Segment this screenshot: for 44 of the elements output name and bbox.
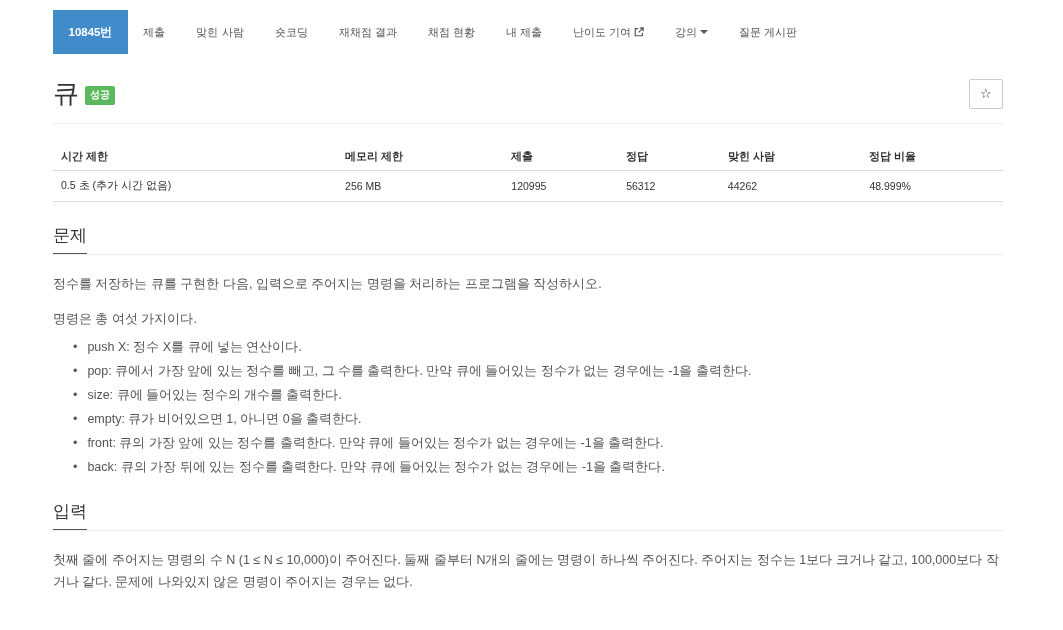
external-link-icon: [633, 27, 644, 37]
section-heading: 입력: [53, 500, 87, 530]
list-item: empty: 큐가 비어있으면 1, 아니면 0을 출력한다.: [87, 411, 362, 428]
nav-tab[interactable]: 숏코딩: [259, 10, 324, 54]
column-header: 시간 제한: [53, 144, 338, 171]
nav-tab[interactable]: 맞힌 사람: [181, 10, 260, 54]
list-item: size: 큐에 들어있는 정수의 개수를 출력한다.: [87, 387, 342, 404]
paragraph: 명령은 총 여섯 가지이다.: [53, 311, 198, 328]
bullet: •: [73, 387, 78, 404]
paragraph: 첫째 줄에 주어지는 명령의 수 N (1 ≤ N ≤ 10,000)이 주어진다. 둘째 줄부터 N개의 줄에는 명령이 하나씩 주어진다. 주어지는 정수는 1보다 크거나 같고, 100,000보다 작거나 같다. 문제에 나와있지 않은 명령이 주어지는 경우는 없다.: [53, 552, 1000, 591]
nav-tab[interactable]: 강의: [659, 10, 724, 54]
column-header: 정답: [618, 144, 720, 171]
bullet: •: [73, 459, 78, 476]
column-header: 정답 비율: [861, 144, 1003, 171]
nav-tab[interactable]: 재채점 결과: [323, 10, 413, 54]
column-header: 메모리 제한: [337, 144, 504, 171]
bullet: •: [73, 339, 78, 356]
table-cell: 44262: [719, 170, 862, 202]
column-header: 제출: [503, 144, 619, 171]
nav-tab[interactable]: 채점 현황: [412, 10, 491, 54]
table-cell: 48.999%: [861, 170, 1003, 202]
bullet: •: [73, 435, 78, 452]
nav-tab[interactable]: 10845번: [53, 10, 128, 54]
nav-tab[interactable]: 난이도 기여: [557, 10, 660, 54]
section-heading: 문제: [53, 224, 87, 254]
nav-tab[interactable]: 질문 게시판: [723, 10, 813, 54]
column-header: 맞힌 사람: [719, 144, 862, 171]
nav-tab[interactable]: 내 제출: [490, 10, 558, 54]
bullet: •: [73, 363, 78, 380]
nav-tab[interactable]: 제출: [128, 10, 181, 54]
list-item: pop: 큐에서 가장 앞에 있는 정수를 빼고, 그 수를 출력한다. 만약 큐에 들어있는 정수가 없는 경우에는 -1을 출력한다.: [87, 363, 752, 380]
list-item: push X: 정수 X를 큐에 넣는 연산이다.: [87, 339, 302, 356]
bullet: •: [73, 411, 78, 428]
problem-title: 큐: [53, 77, 79, 110]
table-cell: 120995: [503, 170, 619, 202]
paragraph: 정수를 저장하는 큐를 구현한 다음, 입력으로 주어지는 명령을 처리하는 프로그램을 작성하시오.: [53, 276, 603, 293]
table-cell: 0.5 초 (추가 시간 없음): [53, 170, 338, 202]
list-item: front: 큐의 가장 앞에 있는 정수를 출력한다. 만약 큐에 들어있는 정수가 없는 경우에는 -1을 출력한다.: [87, 435, 664, 452]
status-badge: 성공: [85, 86, 115, 105]
table-cell: 56312: [618, 170, 720, 202]
caret-icon: [699, 30, 708, 34]
list-item: back: 큐의 가장 뒤에 있는 정수를 출력한다. 만약 큐에 들어있는 정수가 없는 경우에는 -1을 출력한다.: [87, 459, 665, 476]
table-cell: 256 MB: [337, 170, 504, 202]
star-button[interactable]: ☆: [969, 78, 1003, 109]
